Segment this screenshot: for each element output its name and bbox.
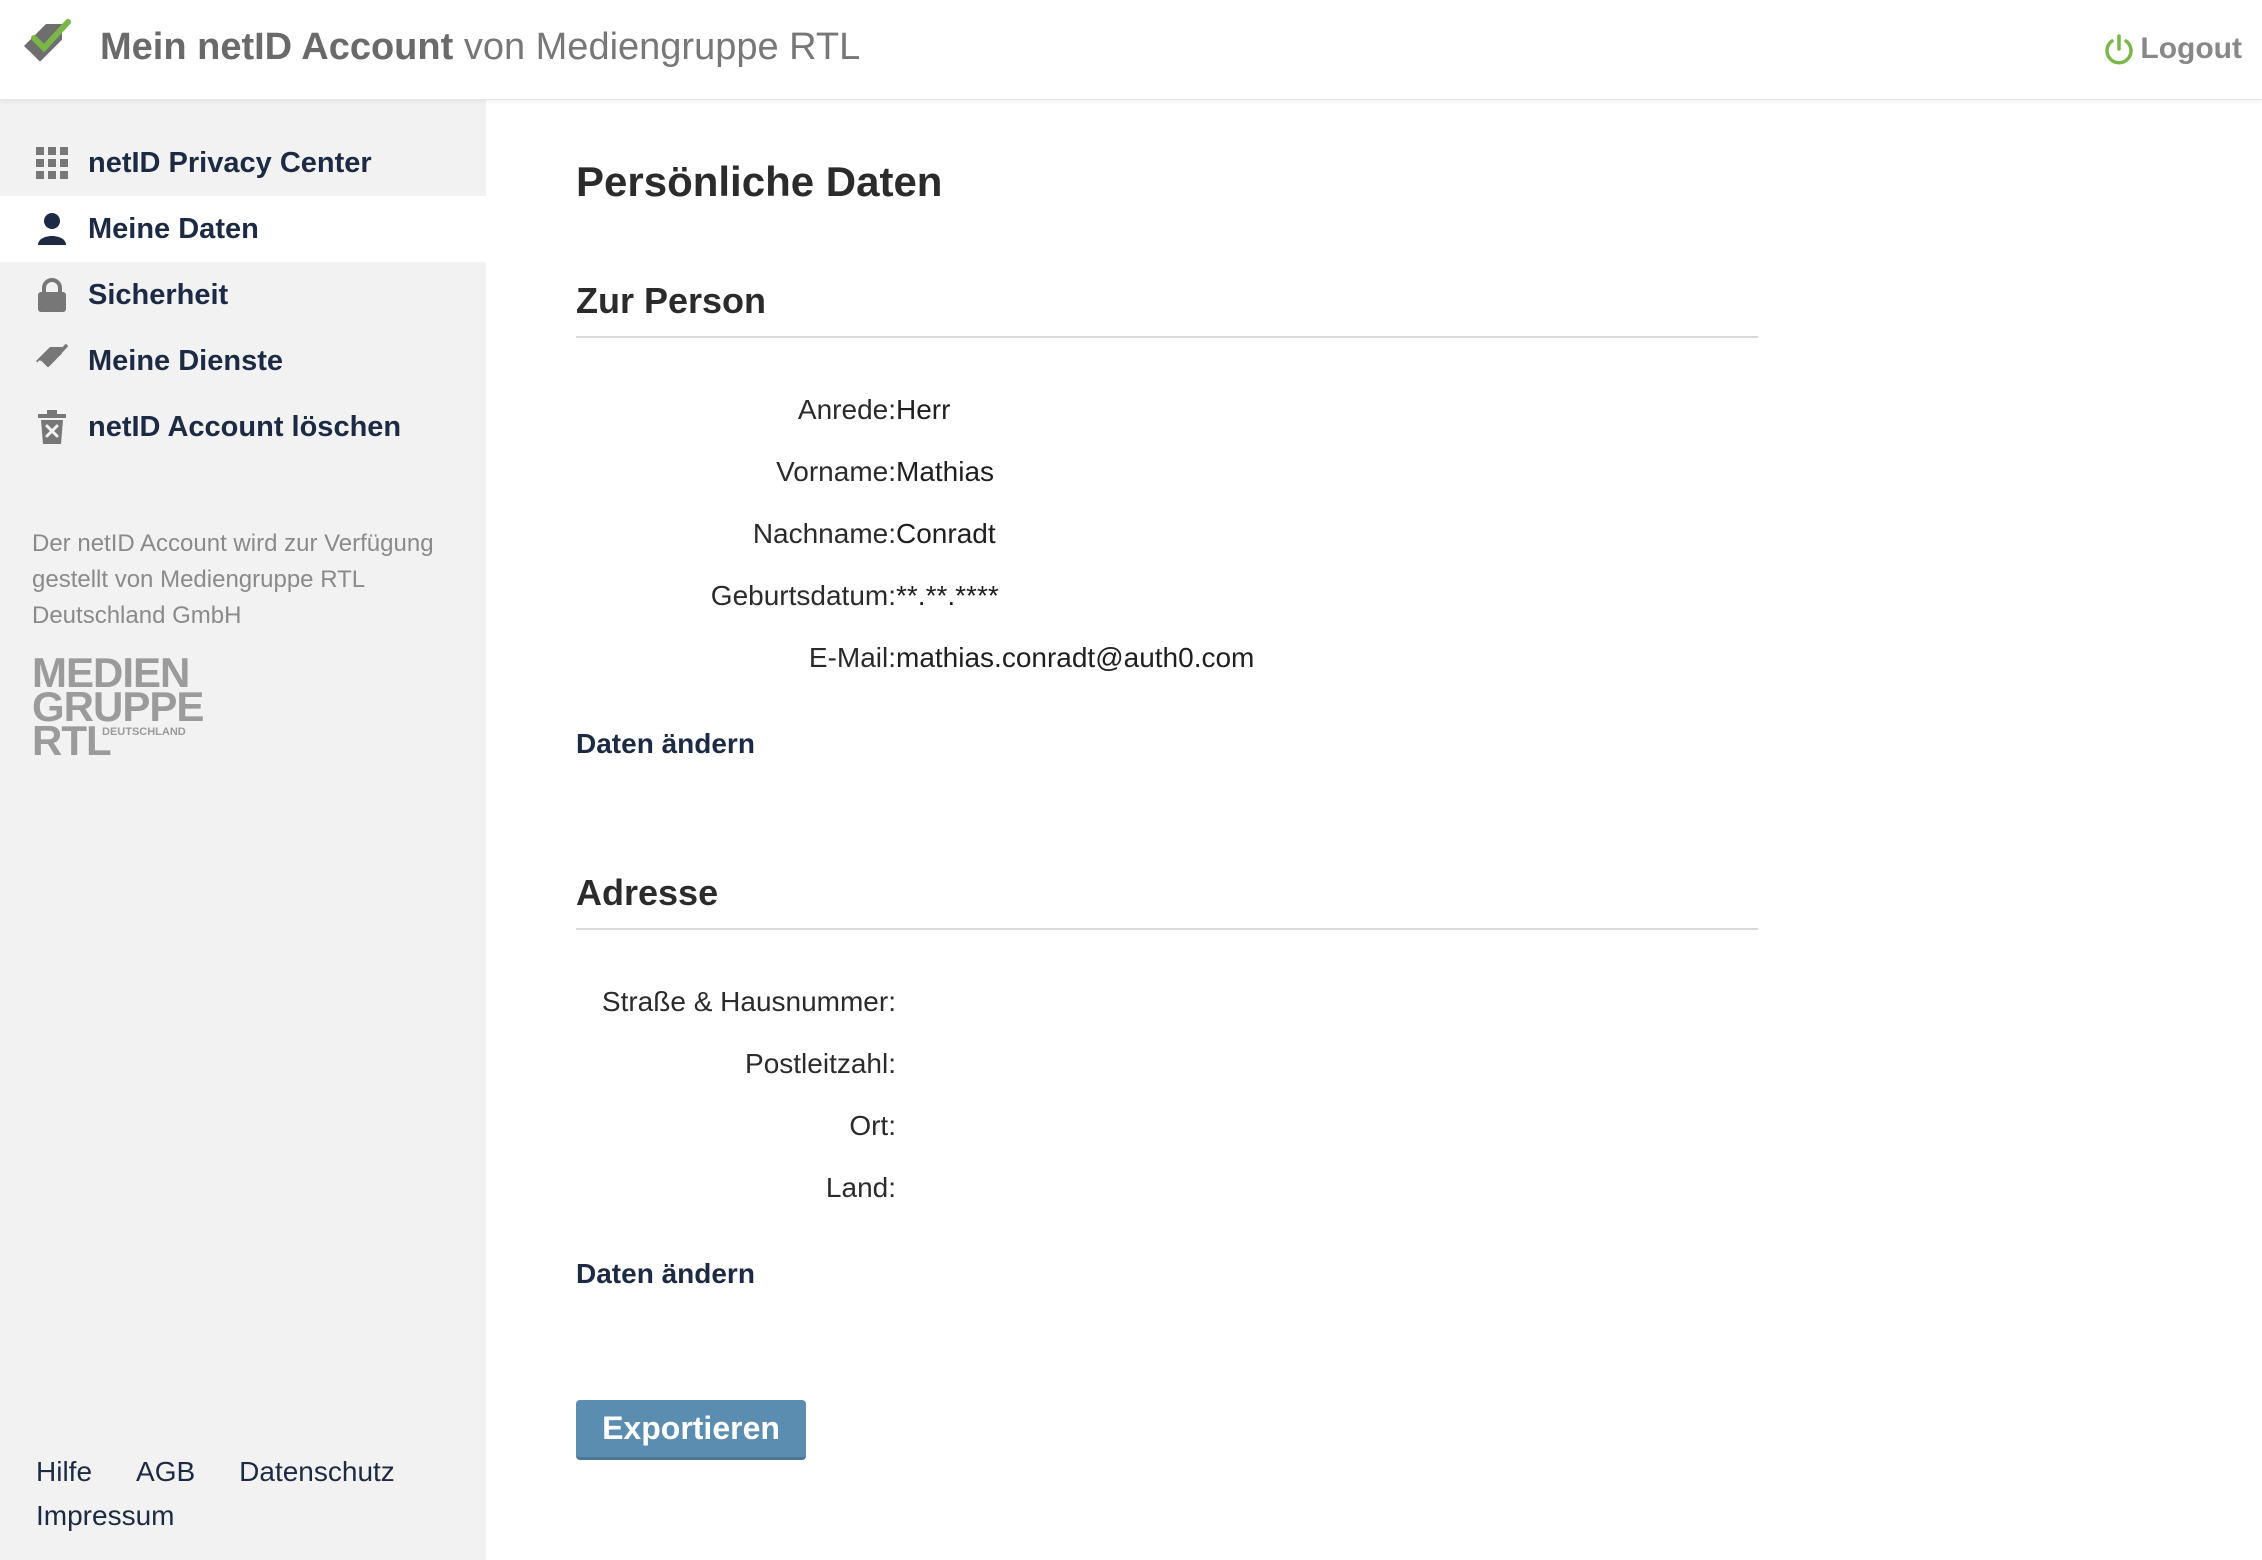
- sidebar-item-account-loeschen[interactable]: netID Account löschen: [0, 394, 486, 460]
- sidebar-nav: netID Privacy Center Meine Daten Sicherh…: [0, 130, 486, 460]
- sidebar-item-meine-daten[interactable]: Meine Daten: [0, 196, 486, 262]
- field-row-postleitzahl: Postleitzahl:: [576, 1042, 1758, 1086]
- app-title: Mein netID Account von Mediengruppe RTL: [100, 22, 860, 72]
- section-divider: [576, 928, 1758, 930]
- logout-button[interactable]: Logout: [2102, 28, 2242, 70]
- section-divider: [576, 336, 1758, 338]
- field-value: **.**.****: [896, 580, 999, 611]
- field-value: Herr: [896, 394, 951, 425]
- section-title-person: Zur Person: [576, 280, 767, 321]
- field-row-ort: Ort:: [576, 1104, 1758, 1148]
- sidebar-item-label: netID Account löschen: [88, 410, 402, 443]
- field-label: Straße & Hausnummer:: [601, 986, 896, 1017]
- logout-label: Logout: [2140, 32, 2242, 65]
- power-icon: [2105, 34, 2134, 65]
- field-label: Anrede:: [797, 394, 896, 425]
- field-row-geburtsdatum: Geburtsdatum: **.**.****: [576, 574, 1758, 618]
- edit-person-link[interactable]: Daten ändern: [576, 728, 755, 760]
- logo-sub: DEUTSCHLAND: [102, 726, 186, 738]
- field-row-land: Land:: [576, 1166, 1758, 1210]
- section-title-address: Adresse: [576, 872, 719, 913]
- services-check-icon: [34, 343, 70, 379]
- field-label: E-Mail:: [808, 642, 896, 673]
- export-button[interactable]: Exportieren: [576, 1400, 806, 1460]
- footer-link-impressum[interactable]: Impressum: [36, 1500, 174, 1531]
- footer-links: Hilfe AGB Datenschutz Impressum: [36, 1450, 466, 1538]
- grid-icon: [34, 145, 70, 181]
- field-row-strasse: Straße & Hausnummer:: [576, 980, 1758, 1024]
- field-value: Conradt: [896, 518, 996, 549]
- sidebar-item-privacy-center[interactable]: netID Privacy Center: [0, 130, 486, 196]
- field-label: Ort:: [849, 1110, 896, 1141]
- field-label: Geburtsdatum:: [710, 580, 896, 611]
- user-icon: [34, 211, 70, 247]
- provider-notice: Der netID Account wird zur Verfügung ges…: [32, 530, 434, 629]
- footer-link-datenschutz[interactable]: Datenschutz: [239, 1456, 395, 1487]
- field-label: Nachname:: [752, 518, 896, 549]
- netid-check-icon[interactable]: [18, 16, 78, 76]
- field-row-email: E-Mail: mathias.conradt@auth0.com: [576, 636, 1758, 680]
- sidebar-item-label: Meine Daten: [88, 212, 259, 245]
- field-label: Vorname:: [776, 456, 896, 487]
- sidebar-item-meine-dienste[interactable]: Meine Dienste: [0, 328, 486, 394]
- sidebar-item-sicherheit[interactable]: Sicherheit: [0, 262, 486, 328]
- field-value: mathias.conradt@auth0.com: [896, 642, 1255, 673]
- sidebar-item-label: netID Privacy Center: [88, 146, 372, 179]
- field-label: Land:: [825, 1172, 896, 1203]
- sidebar-item-label: Meine Dienste: [88, 344, 283, 377]
- trash-icon: [34, 409, 70, 445]
- lock-icon: [34, 277, 70, 313]
- footer-link-agb[interactable]: AGB: [136, 1456, 195, 1487]
- top-header: Mein netID Account von Mediengruppe RTL …: [0, 0, 2262, 100]
- edit-address-link[interactable]: Daten ändern: [576, 1258, 755, 1290]
- footer-link-hilfe[interactable]: Hilfe: [36, 1456, 92, 1487]
- app-title-strong: Mein netID Account: [100, 26, 454, 68]
- field-row-nachname: Nachname: Conradt: [576, 512, 1758, 556]
- field-label: Postleitzahl:: [745, 1048, 896, 1079]
- sidebar: netID Privacy Center Meine Daten Sicherh…: [0, 100, 486, 1560]
- app-title-rest: von Mediengruppe RTL: [463, 26, 861, 68]
- field-row-anrede: Anrede: Herr: [576, 388, 1758, 432]
- page-title: Persönliche Daten: [576, 158, 943, 205]
- field-value: Mathias: [896, 456, 995, 487]
- sidebar-item-label: Sicherheit: [88, 278, 229, 311]
- field-row-vorname: Vorname: Mathias: [576, 450, 1758, 494]
- mediengruppe-rtl-logo: MEDIEN GRUPPE RTL DEUTSCHLAND: [32, 652, 204, 762]
- main-content: Persönliche Daten Zur Person Anrede: Her…: [576, 100, 1758, 1560]
